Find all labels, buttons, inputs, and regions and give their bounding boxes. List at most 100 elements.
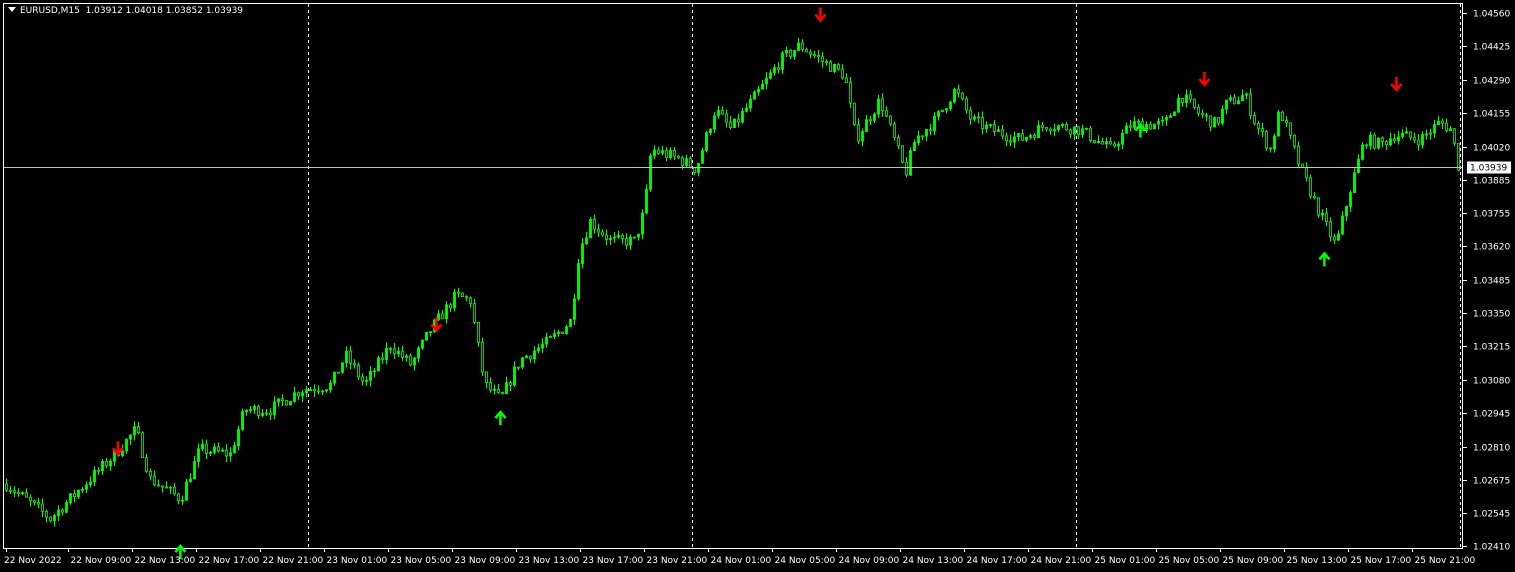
candle-body	[349, 350, 352, 364]
candle	[141, 431, 144, 459]
candle-body	[285, 400, 288, 406]
candle-body	[721, 110, 724, 115]
candle	[757, 85, 760, 96]
candle	[1033, 133, 1036, 141]
candle-body	[557, 331, 560, 335]
candle	[945, 108, 948, 114]
candle-body	[197, 448, 200, 462]
candle	[417, 345, 420, 363]
candle	[161, 485, 164, 493]
candle-body	[849, 82, 852, 104]
candle-body	[1301, 163, 1304, 168]
candle	[1253, 111, 1256, 126]
candle	[1241, 89, 1244, 102]
candle-body	[529, 355, 532, 360]
candle	[1225, 99, 1228, 115]
candle	[1273, 133, 1276, 153]
candle-body	[9, 489, 12, 492]
y-tick-label: 1.03620	[1473, 243, 1510, 253]
candle	[1261, 122, 1264, 138]
candle-body	[345, 350, 348, 364]
candle-body	[133, 426, 136, 436]
candle-body	[205, 443, 208, 454]
x-tick-label: 22 Nov 13:00	[135, 556, 196, 566]
candle	[17, 488, 20, 497]
candle-body	[981, 117, 984, 130]
candle-body	[181, 499, 184, 502]
candle-body	[273, 401, 276, 416]
dropdown-triangle-icon[interactable]	[8, 7, 16, 12]
candle	[65, 499, 68, 514]
candle-body	[565, 326, 568, 334]
candle	[1397, 131, 1400, 145]
candle-body	[625, 238, 628, 246]
candle	[1409, 131, 1412, 141]
candle	[661, 145, 664, 156]
candle	[781, 51, 784, 75]
candle-body	[1269, 147, 1272, 150]
candle	[1453, 128, 1456, 147]
candle	[653, 145, 656, 160]
y-tick-label: 1.03755	[1473, 210, 1510, 220]
candle	[509, 380, 512, 391]
candle	[621, 233, 624, 244]
candle-body	[677, 155, 680, 159]
candle	[605, 229, 608, 245]
candle	[1285, 116, 1288, 127]
candle	[173, 482, 176, 496]
candle-body	[169, 486, 172, 489]
candle-body	[5, 483, 8, 491]
candle-body	[385, 348, 388, 360]
candle-body	[1281, 111, 1284, 122]
candle	[201, 439, 204, 452]
candle	[489, 377, 492, 393]
candle-body	[105, 461, 108, 467]
candle	[513, 361, 516, 387]
candle-body	[745, 107, 748, 112]
candle-body	[1177, 97, 1180, 113]
candle	[889, 115, 892, 127]
candle	[597, 223, 600, 238]
candle-body	[1093, 140, 1096, 144]
candle-body	[1349, 192, 1352, 207]
price-chart[interactable]: 1.04560 1.04425 1.04290 1.04155 1.04020 1.038…	[0, 0, 1515, 572]
candle-body	[21, 492, 24, 495]
candle-body	[769, 72, 772, 79]
candle-body	[333, 371, 336, 384]
candle-body	[1117, 143, 1120, 147]
candle-body	[1353, 172, 1356, 193]
candle	[133, 421, 136, 441]
candle	[1389, 132, 1392, 147]
candle-body	[337, 371, 340, 374]
candle	[317, 385, 320, 395]
candle-body	[525, 355, 528, 359]
candle-body	[685, 158, 688, 166]
candle	[213, 443, 216, 455]
candle-body	[1073, 126, 1076, 135]
chart-title[interactable]: EURUSD,M15 1.03912 1.04018 1.03852 1.039…	[8, 6, 243, 16]
candle-body	[977, 116, 980, 119]
candle	[813, 50, 816, 59]
candle-body	[913, 142, 916, 152]
candle	[373, 367, 376, 378]
candle	[1025, 136, 1028, 143]
x-tick-label: 23 Nov 05:00	[391, 556, 452, 566]
candle	[477, 321, 480, 347]
candle-body	[749, 98, 752, 109]
candle-body	[381, 357, 384, 360]
candle	[849, 76, 852, 108]
candle	[1037, 120, 1040, 138]
candle-body	[29, 496, 32, 502]
candle	[45, 509, 48, 523]
candle-body	[497, 388, 500, 393]
candle-body	[369, 371, 372, 381]
candle	[281, 394, 284, 407]
candle	[829, 59, 832, 72]
candle-body	[329, 382, 332, 391]
candle	[357, 362, 360, 380]
buy-arrow-icon	[494, 410, 507, 426]
candle-body	[1257, 122, 1260, 129]
candle	[845, 73, 848, 84]
candle-body	[1217, 117, 1220, 124]
candle	[1329, 217, 1332, 242]
